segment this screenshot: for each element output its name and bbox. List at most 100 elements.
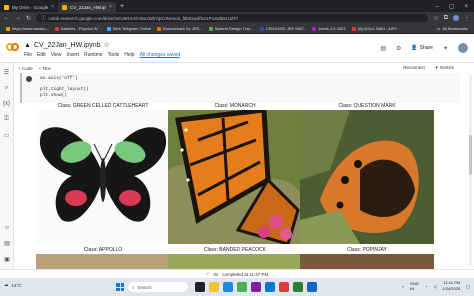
tab-my-drive[interactable]: My Drive - Google Drive ×: [0, 2, 58, 12]
spotify-icon[interactable]: [293, 282, 303, 292]
output-image-panel: Class: GREEN CELLED CATTLEHEART: [35, 103, 171, 244]
vscode-icon[interactable]: [265, 282, 275, 292]
execution-duration: 0s: [213, 271, 219, 277]
add-code-button[interactable]: + Code: [18, 66, 33, 71]
apollo-butterfly-image: [36, 254, 170, 269]
colab-logo[interactable]: [6, 43, 19, 51]
store-icon[interactable]: [307, 282, 317, 292]
bookmark-item[interactable]: Jarvis 2.0 2023: [312, 26, 346, 31]
taskbar-search[interactable]: ⌕ Search: [128, 282, 188, 292]
notification-icon[interactable]: ▢: [466, 284, 470, 289]
account-avatar[interactable]: [458, 43, 468, 53]
output-image-panel: Class: APPOLLO: [35, 247, 171, 269]
task-view-icon[interactable]: [195, 282, 205, 292]
success-check-icon: ✓: [205, 271, 210, 276]
run-cell-button[interactable]: [26, 76, 32, 82]
comment-icon[interactable]: ▤: [380, 45, 386, 52]
windows-start-icon[interactable]: [116, 283, 124, 291]
left-sidebar: ☰ ⌕ {x} ⚿ ▭ ‹› ▤ ▣: [0, 63, 14, 269]
more-icon[interactable]: ⋮: [464, 15, 470, 22]
reconnect-button[interactable]: Reconnect: [403, 65, 425, 71]
bookmark-item[interactable]: Batches - Physics W...: [54, 26, 101, 31]
minimize-icon[interactable]: –: [435, 2, 438, 12]
search-placeholder: Search: [137, 284, 152, 290]
tab-colab-notebook[interactable]: CV_22Jan_HW.ipynb - Colab ×: [58, 2, 116, 12]
output-image-panel: Class: BANDED PEACOCK: [167, 247, 303, 269]
bookmark-item[interactable]: (8)(4)Su1-3d6rf - AIFF...: [351, 26, 400, 31]
gemini-label: Gemini: [439, 65, 454, 70]
all-bookmarks[interactable]: ▭ All Bookmarks: [437, 26, 468, 31]
gemini-spark-icon[interactable]: ✦: [443, 45, 448, 52]
bookmark-item[interactable]: https://www.amazo...: [6, 26, 49, 31]
chevron-up-icon[interactable]: ˄: [402, 284, 404, 289]
site-info-icon[interactable]: ⓘ: [41, 15, 46, 21]
close-window-icon[interactable]: ×: [464, 2, 468, 12]
share-button[interactable]: 👤 Share: [411, 45, 433, 51]
close-icon[interactable]: ×: [109, 4, 112, 10]
terminal-icon[interactable]: ▣: [4, 256, 10, 263]
code-line: ax.axis('off'): [40, 76, 78, 81]
add-text-button[interactable]: + Text: [39, 66, 51, 71]
table-of-contents-icon[interactable]: ☰: [4, 69, 9, 76]
files-icon[interactable]: ▭: [4, 132, 10, 139]
banded-peacock-butterfly-image: [168, 254, 302, 269]
bookmark-icon: [312, 26, 317, 31]
app-icon[interactable]: [279, 282, 289, 292]
forward-icon[interactable]: →: [15, 15, 21, 21]
extensions-icon[interactable]: ⧉: [444, 15, 448, 22]
gemini-button[interactable]: ✦ Gemini: [435, 65, 454, 71]
new-tab-button[interactable]: +: [120, 2, 124, 12]
settings-icon[interactable]: ⚙: [396, 45, 401, 52]
edge-icon[interactable]: [223, 282, 233, 292]
bookmark-item[interactable]: Bounceback for JEE...: [157, 26, 203, 31]
region-code: IN: [410, 286, 415, 291]
output-scrollbar[interactable]: [469, 75, 472, 265]
star-icon[interactable]: ☆: [433, 15, 438, 22]
chrome-icon[interactable]: [237, 282, 247, 292]
menu-runtime[interactable]: Runtime: [84, 52, 103, 58]
back-icon[interactable]: ←: [4, 15, 10, 21]
save-status-link[interactable]: All changes saved: [140, 52, 181, 58]
menu-view[interactable]: View: [51, 52, 62, 58]
window-controls: – ▢ ×: [435, 2, 474, 12]
search-icon: ⌕: [132, 284, 135, 290]
url-field[interactable]: ⓘ colab.research.google.com/drive/1KU6RX…: [36, 14, 429, 22]
menu-insert[interactable]: Insert: [66, 52, 79, 58]
cell-output-image-grid: Class: GREEN CELLED CATTLEHEART Class: M…: [35, 103, 435, 269]
search-icon[interactable]: ⌕: [5, 85, 8, 92]
bookmark-icon: [259, 26, 264, 31]
menu-help[interactable]: Help: [124, 52, 134, 58]
file-explorer-icon[interactable]: [209, 282, 219, 292]
command-palette-icon[interactable]: ▤: [4, 240, 10, 247]
volume-icon[interactable]: ◁: [433, 284, 436, 289]
code-snippets-icon[interactable]: ‹›: [5, 225, 9, 231]
clock[interactable]: 11:41 PM 1/24/2025: [442, 280, 460, 292]
maximize-icon[interactable]: ▢: [449, 2, 455, 12]
visual-studio-icon[interactable]: [251, 282, 261, 292]
star-icon[interactable]: ☆: [103, 41, 109, 49]
variables-icon[interactable]: {x}: [3, 101, 10, 107]
close-icon[interactable]: ×: [51, 4, 54, 10]
menu-file[interactable]: File: [24, 52, 32, 58]
header-actions: ▤ ⚙ 👤 Share ✦: [380, 43, 468, 53]
language-indicator[interactable]: ENG IN: [410, 281, 419, 291]
bookmark-item[interactable]: CENGAGE JEE MAT...: [259, 26, 306, 31]
bookmark-icon: [208, 26, 213, 31]
code-cell[interactable]: ax.axis('off') plt.tight_layout() plt.sh…: [20, 73, 460, 103]
code-line: plt.tight_layout(): [40, 87, 89, 92]
reload-icon[interactable]: ↻: [26, 15, 31, 22]
wifi-icon[interactable]: ◔: [425, 284, 427, 289]
cloud-icon: ☁: [4, 282, 9, 287]
profile-avatar[interactable]: [453, 15, 459, 21]
bookmark-icon: [54, 26, 59, 31]
secrets-icon[interactable]: ⚿: [4, 116, 9, 123]
bookmark-label: (8)(4)Su1-3d6rf - AIFF...: [357, 26, 400, 31]
pinned-apps: [195, 282, 317, 292]
notebook-title[interactable]: ▲ CV_22Jan_HW.ipynb ☆: [24, 41, 110, 50]
bookmark-item[interactable]: Web Telegram Online: [106, 26, 151, 31]
scrollbar-thumb[interactable]: [469, 135, 472, 175]
weather-widget[interactable]: ☁ 14°C: [4, 282, 22, 288]
menu-tools[interactable]: Tools: [108, 52, 120, 58]
menu-edit[interactable]: Edit: [37, 52, 46, 58]
bookmark-item[interactable]: System Design Tuto...: [208, 26, 254, 31]
